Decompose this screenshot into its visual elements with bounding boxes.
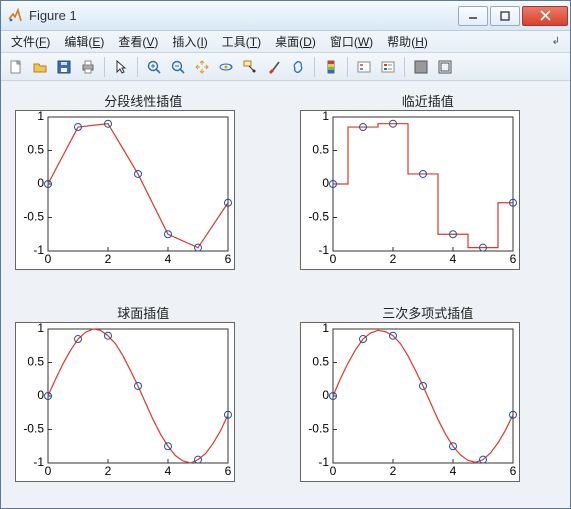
pointer-icon[interactable] (110, 56, 132, 78)
xtick-label: 0 (45, 464, 52, 478)
menu-insert[interactable]: 插入(I) (166, 31, 213, 52)
ytick-label: -1 (33, 243, 44, 257)
subplot-2[interactable]: 临近插值 -1 -0.5 0 0.5 1 0 2 4 6 (300, 91, 557, 283)
dock-icon[interactable] (410, 56, 432, 78)
axes[interactable]: -1 -0.5 0 0.5 1 0 2 4 6 (300, 322, 520, 482)
colorbar-icon[interactable] (320, 56, 342, 78)
ytick-label: 1 (322, 322, 329, 335)
ytick-label: 0.5 (312, 143, 329, 157)
menu-help[interactable]: 帮助(H) (381, 31, 434, 52)
xtick-label: 4 (449, 252, 456, 266)
zoom-out-icon[interactable] (167, 56, 189, 78)
plot-area: 分段线性插值 -1 -0.5 0 0.5 1 0 2 4 6 临近插值 -1 -0.5 0 0.5 1 0 2 4 6… (1, 81, 570, 508)
xtick-label: 4 (165, 252, 172, 266)
toolbar-separator (314, 57, 315, 77)
undock-icon[interactable] (434, 56, 456, 78)
legend-insert-icon[interactable] (353, 56, 375, 78)
ytick-label: 0.5 (27, 143, 44, 157)
menu-file[interactable]: 文件(F) (5, 31, 56, 52)
ytick-label: 0 (37, 176, 44, 190)
ytick-label: 1 (37, 322, 44, 335)
xtick-label: 6 (225, 252, 232, 266)
subplot-1[interactable]: 分段线性插值 -1 -0.5 0 0.5 1 0 2 4 6 (15, 91, 272, 283)
toolbar-separator (104, 57, 105, 77)
rotate3d-icon[interactable] (215, 56, 237, 78)
xtick-label: 2 (105, 252, 112, 266)
menu-edit[interactable]: 编辑(E) (58, 31, 110, 52)
xtick-label: 6 (225, 464, 232, 478)
ytick-label: 0 (37, 388, 44, 402)
chart-title: 临近插值 (300, 91, 557, 107)
toolbar (1, 53, 570, 81)
figure-window: Figure 1 文件(F) 编辑(E) 查看(V) 插入(I) 工具(T) 桌… (0, 0, 571, 509)
xtick-label: 4 (165, 464, 172, 478)
matlab-icon (7, 8, 23, 24)
toolbar-separator (404, 57, 405, 77)
xtick-label: 0 (329, 464, 336, 478)
ytick-label: 1 (322, 110, 329, 123)
xtick-label: 2 (105, 464, 112, 478)
ytick-label: -0.5 (308, 421, 329, 435)
menu-window[interactable]: 窗口(W) (324, 31, 379, 52)
ytick-label: -0.5 (308, 210, 329, 224)
window-title: Figure 1 (29, 8, 458, 23)
maximize-button[interactable] (490, 6, 520, 26)
link-icon[interactable] (287, 56, 309, 78)
ytick-label: -1 (318, 455, 329, 469)
menu-view[interactable]: 查看(V) (112, 31, 164, 52)
toolbar-separator (137, 57, 138, 77)
minimize-button[interactable] (458, 6, 488, 26)
ytick-label: -1 (318, 243, 329, 257)
menu-desktop[interactable]: 桌面(D) (269, 31, 322, 52)
data-cursor-icon[interactable] (239, 56, 261, 78)
subplot-4[interactable]: 三次多项式插值 -1 -0.5 0 0.5 1 0 2 4 6 (300, 303, 557, 495)
zoom-in-icon[interactable] (143, 56, 165, 78)
close-button[interactable] (522, 6, 568, 26)
menu-tools[interactable]: 工具(T) (216, 31, 267, 52)
menubar: 文件(F) 编辑(E) 查看(V) 插入(I) 工具(T) 桌面(D) 窗口(W… (1, 31, 570, 53)
ytick-label: -1 (33, 455, 44, 469)
save-icon[interactable] (53, 56, 75, 78)
legend-edit-icon[interactable] (377, 56, 399, 78)
ytick-label: -0.5 (23, 421, 44, 435)
ytick-label: 0.5 (312, 354, 329, 368)
ytick-label: -0.5 (23, 210, 44, 224)
xtick-label: 6 (509, 464, 516, 478)
open-file-icon[interactable] (29, 56, 51, 78)
window-buttons (458, 6, 568, 26)
pan-icon[interactable] (191, 56, 213, 78)
xtick-label: 2 (389, 252, 396, 266)
axes[interactable]: -1 -0.5 0 0.5 1 0 2 4 6 (15, 322, 235, 482)
xtick-label: 4 (449, 464, 456, 478)
menu-overflow-icon[interactable]: ↲ (552, 36, 566, 47)
new-file-icon[interactable] (5, 56, 27, 78)
titlebar[interactable]: Figure 1 (1, 1, 570, 31)
axes[interactable]: -1 -0.5 0 0.5 1 0 2 4 6 (15, 110, 235, 270)
xtick-label: 6 (509, 252, 516, 266)
brush-icon[interactable] (263, 56, 285, 78)
print-icon[interactable] (77, 56, 99, 78)
xtick-label: 0 (45, 252, 52, 266)
ytick-label: 1 (37, 110, 44, 123)
xtick-label: 0 (329, 252, 336, 266)
ytick-label: 0 (322, 388, 329, 402)
chart-title: 分段线性插值 (15, 91, 272, 107)
ytick-label: 0 (322, 176, 329, 190)
chart-title: 球面插值 (15, 303, 272, 319)
toolbar-separator (347, 57, 348, 77)
xtick-label: 2 (389, 464, 396, 478)
ytick-label: 0.5 (27, 354, 44, 368)
subplot-3[interactable]: 球面插值 -1 -0.5 0 0.5 1 0 2 4 6 (15, 303, 272, 495)
axes[interactable]: -1 -0.5 0 0.5 1 0 2 4 6 (300, 110, 520, 270)
chart-title: 三次多项式插值 (300, 303, 557, 319)
